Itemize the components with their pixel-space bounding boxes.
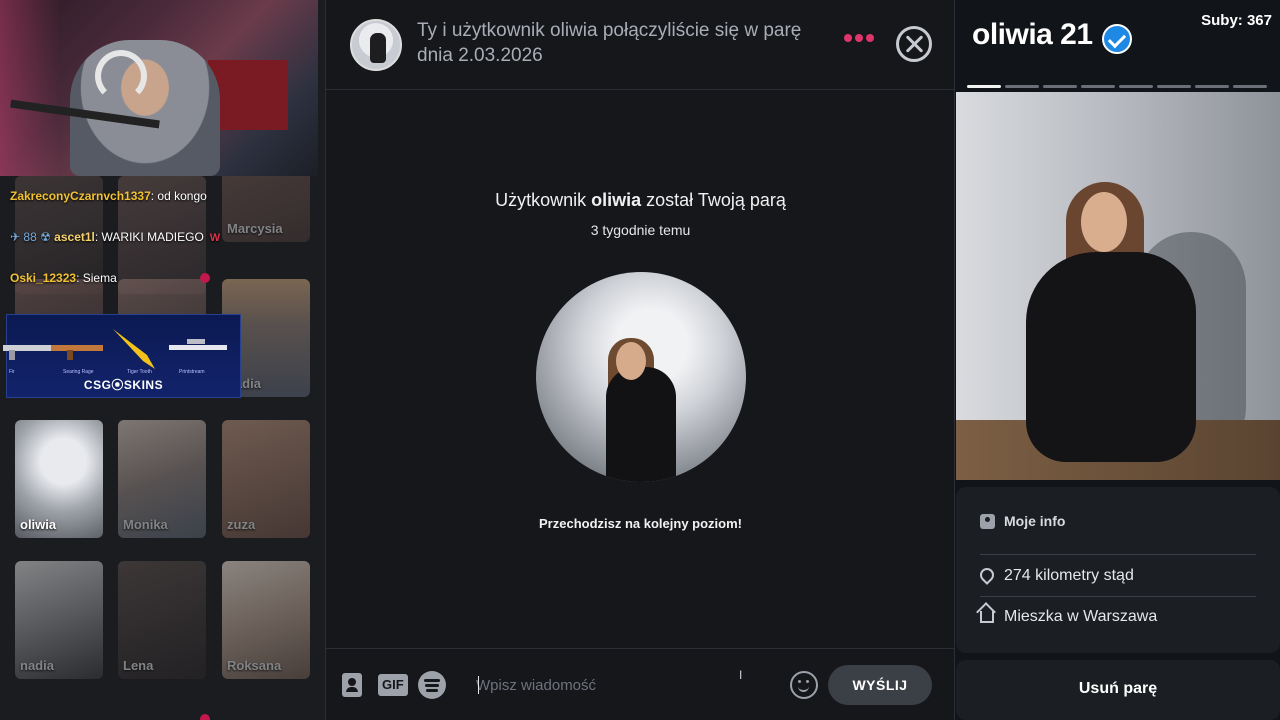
profile-photo-main[interactable] [956, 92, 1280, 480]
chat-text: od kongo [157, 189, 207, 203]
match-date-text: Ty i użytkownik oliwia połączyliście się… [417, 20, 802, 66]
contact-card-icon[interactable] [342, 673, 362, 697]
photo-progress-bar [967, 85, 1267, 88]
profile-card-name: Roksana [227, 658, 282, 673]
profile-card[interactable]: Monika [118, 420, 206, 538]
chat-panel: Ty i użytkownik oliwia połączyliście się… [325, 0, 955, 720]
residence-text: Mieszka w Warszawa [1004, 608, 1158, 625]
notification-dot [200, 273, 210, 283]
sniper-rifle-icon [169, 339, 227, 350]
match-suffix: został Twoją parą [641, 190, 786, 210]
profile-card[interactable]: zuza [222, 420, 310, 538]
match-avatar[interactable] [350, 19, 402, 71]
profile-card-name: zuza [227, 517, 256, 532]
photo-progress-segment[interactable] [1119, 85, 1153, 88]
message-input[interactable] [476, 671, 776, 699]
headset-icon [95, 50, 147, 102]
match-list-panel: Marcysia nadia oliwia Monika zuza nadia … [0, 0, 325, 720]
profile-card[interactable]: Roksana [222, 561, 310, 679]
profile-card-name: Monika [123, 517, 168, 532]
more-options-icon[interactable] [844, 34, 874, 42]
emoji-icon[interactable] [790, 671, 818, 699]
info-title: Moje info [980, 513, 1065, 529]
notification-dot [200, 714, 210, 720]
photo-progress-segment[interactable] [1233, 85, 1267, 88]
photo-progress-segment[interactable] [1081, 85, 1115, 88]
ad-brand-caption: CSG⦿SKINS [83, 378, 164, 392]
stream-chat-message: ZakreconyCzarnvch1337: od kongo [10, 189, 207, 203]
match-timestamp: 3 tygodnie temu [590, 222, 691, 238]
distance-row: 274 kilometry stąd [977, 565, 1134, 585]
photo-progress-segment[interactable] [1195, 85, 1229, 88]
location-pin-icon [977, 565, 997, 585]
residence-row: Mieszka w Warszawa [980, 608, 1157, 626]
id-card-icon [980, 514, 995, 529]
subscriber-count: Suby: 367 [1201, 12, 1272, 29]
match-username: oliwia [591, 190, 642, 210]
match-announcement: Użytkownik oliwia został Twoją parą [326, 190, 955, 211]
divider [980, 596, 1256, 597]
distance-text: 274 kilometry stąd [1004, 567, 1134, 584]
ad-item-label: Tiger Tooth [127, 369, 152, 375]
mouse-cursor-ibeam: I [739, 668, 743, 682]
match-photo[interactable] [536, 272, 746, 482]
photo-progress-segment[interactable] [1157, 85, 1191, 88]
home-icon [980, 611, 994, 623]
photo-progress-segment[interactable] [1043, 85, 1077, 88]
stream-chat-message: ✈ 88 ☢ ascet1l: WARIKI MADIEGO W [10, 230, 221, 244]
profile-card-oliwia[interactable]: oliwia [15, 420, 103, 538]
stream-chat-message: Oski_12323: Siema [10, 271, 117, 285]
app-root: Marcysia nadia oliwia Monika zuza nadia … [0, 0, 1280, 720]
gif-icon[interactable]: GIF [378, 674, 408, 696]
ad-item-label: Fir [9, 369, 15, 375]
chat-username: ZakreconyCzarnvch1337 [10, 189, 151, 203]
profile-card[interactable]: nadia [15, 561, 103, 679]
remove-match-button[interactable]: Usuń parę [956, 660, 1280, 720]
chat-tag: W [209, 232, 221, 244]
close-icon[interactable] [896, 26, 932, 62]
ad-item-label: Printstream [179, 369, 205, 375]
profile-card-name: Lena [123, 658, 154, 673]
chat-username: ascet1l [54, 230, 95, 244]
chat-text: Siema [82, 271, 117, 285]
knife-icon [113, 329, 155, 369]
profile-panel: oliwia 21 Suby: 367 Moje info 274 kilome… [956, 0, 1280, 720]
divider [980, 554, 1256, 555]
chat-username: Oski_12323 [10, 271, 77, 285]
chat-text: WARIKI MADIEGO [101, 230, 204, 244]
profile-card-name: oliwia [20, 517, 57, 532]
profile-name-age: oliwia 21 [972, 18, 1093, 51]
text-caret [478, 676, 479, 694]
profile-card-name: nadia [20, 658, 54, 673]
send-button[interactable]: WYŚLIJ [828, 665, 932, 705]
profile-info-card: Moje info 274 kilometry stąd Mieszka w W… [956, 487, 1280, 653]
info-title-text: Moje info [1004, 513, 1066, 529]
profile-card[interactable]: Lena [118, 561, 206, 679]
rifle-icon [51, 345, 103, 360]
sponsor-ad-banner[interactable]: Fir Searing Rage Tiger Tooth Printstream… [3, 314, 241, 398]
match-prefix: Użytkownik [495, 190, 592, 210]
streamer-webcam [0, 0, 318, 176]
photo-progress-segment[interactable] [967, 85, 1001, 88]
spotify-icon[interactable] [418, 671, 446, 699]
ad-item-label: Searing Rage [63, 369, 94, 375]
photo-progress-segment[interactable] [1005, 85, 1039, 88]
level-up-text: Przechodzisz na kolejny poziom! [539, 516, 742, 531]
chat-header: Ty i użytkownik oliwia połączyliście się… [326, 0, 955, 90]
message-composer: GIF I WYŚLIJ [326, 648, 955, 720]
profile-card-name: Marcysia [227, 221, 283, 236]
verified-badge-icon [1102, 24, 1132, 54]
chat-badges: ✈ 88 ☢ [10, 230, 51, 244]
